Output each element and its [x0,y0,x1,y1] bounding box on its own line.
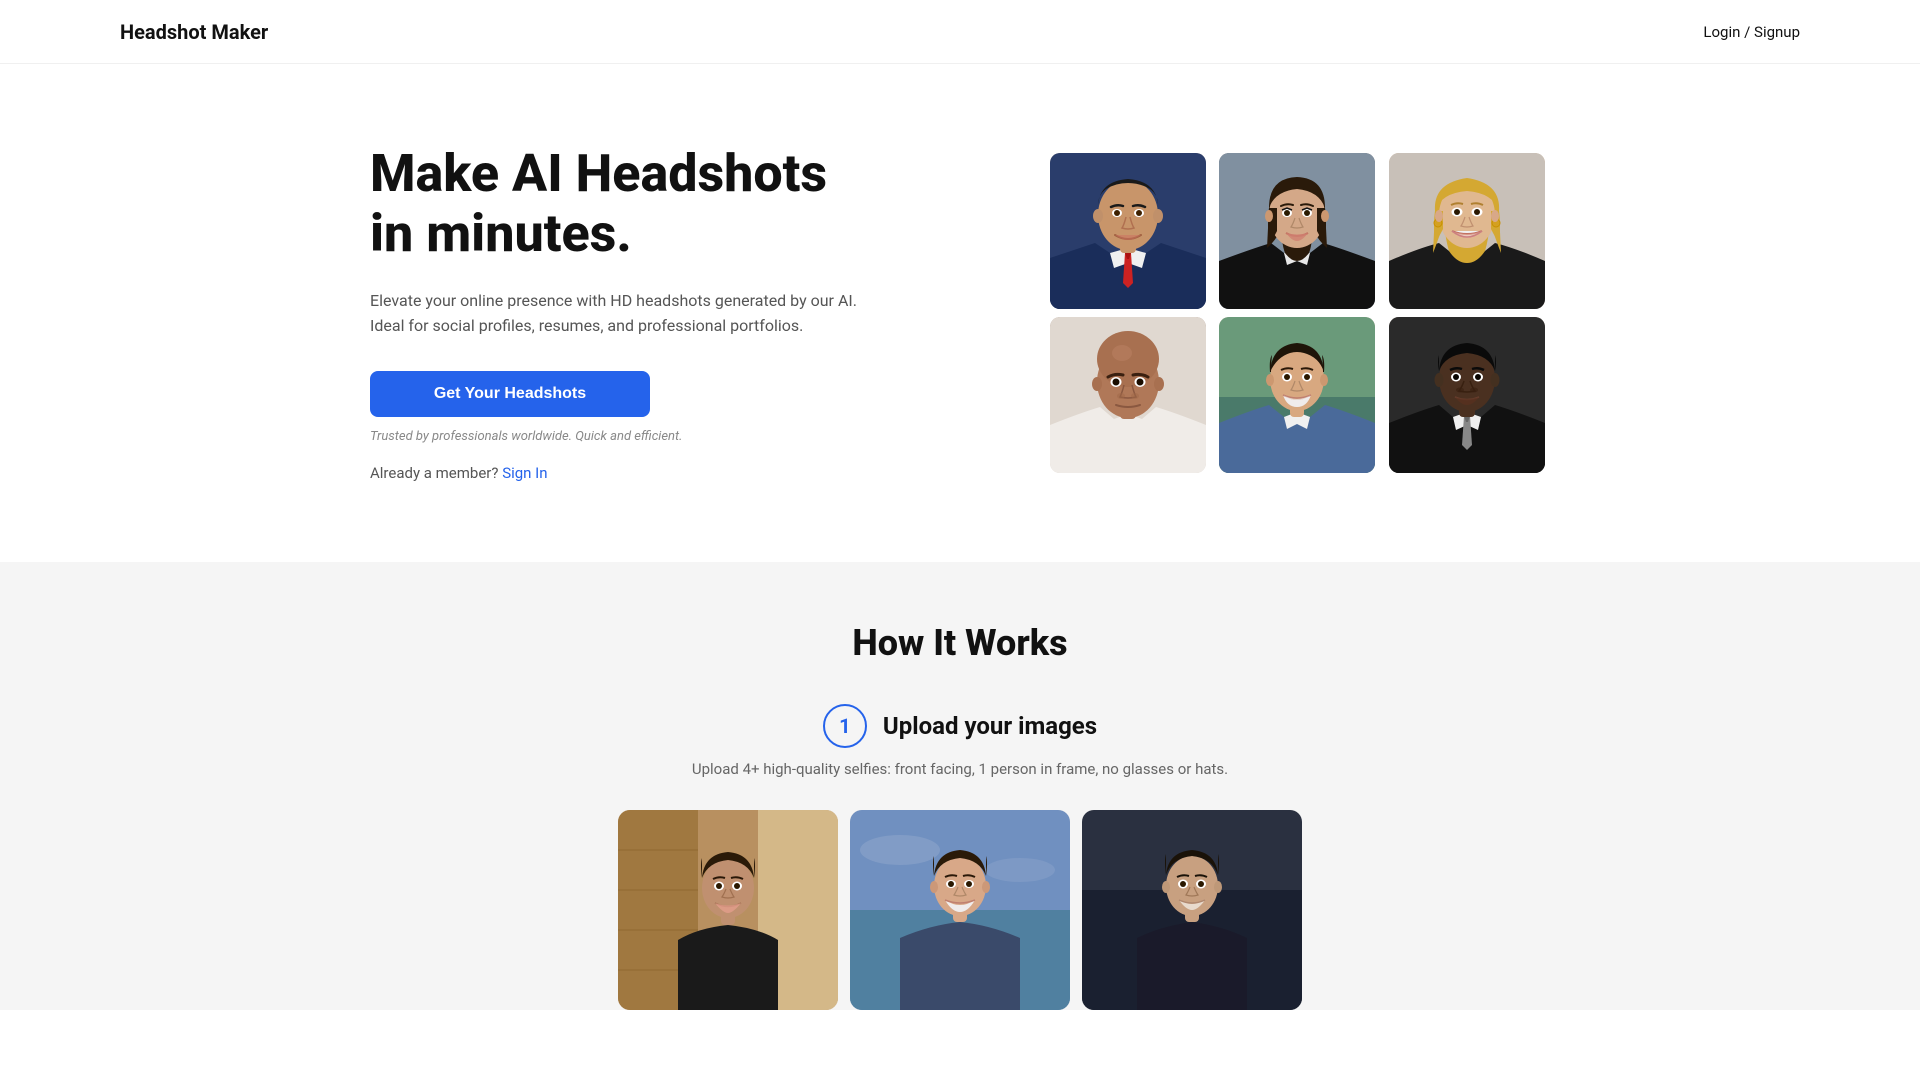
step-1-description: Upload 4+ high-quality selfies: front fa… [120,760,1800,778]
logo: Headshot Maker [120,20,268,44]
headshot-3 [1389,153,1545,309]
headshot-2 [1219,153,1375,309]
headshot-6 [1389,317,1545,473]
get-headshots-button[interactable]: Get Your Headshots [370,371,650,417]
site-header: Headshot Maker Login / Signup [0,0,1920,64]
upload-examples-grid [120,810,1800,1010]
headshot-gallery [1050,153,1550,473]
section-title: How It Works [120,622,1800,664]
hero-content: Make AI Headshots in minutes. Elevate yo… [370,144,890,482]
upload-example-1 [618,810,838,1010]
step-1-title: Upload your images [883,712,1097,740]
login-signup-link[interactable]: Login / Signup [1703,23,1800,41]
hero-section: Make AI Headshots in minutes. Elevate yo… [0,64,1920,562]
step-1-header: 1 Upload your images [120,704,1800,748]
upload-example-2 [850,810,1070,1010]
trusted-text: Trusted by professionals worldwide. Quic… [370,429,890,444]
step-1-number: 1 [823,704,867,748]
hero-description: Elevate your online presence with HD hea… [370,288,890,339]
hero-title: Make AI Headshots in minutes. [370,144,890,264]
member-prompt: Already a member? Sign In [370,464,890,482]
how-it-works-section: How It Works 1 Upload your images Upload… [0,562,1920,1010]
headshot-1 [1050,153,1206,309]
headshot-4 [1050,317,1206,473]
upload-example-3 [1082,810,1302,1010]
sign-in-link[interactable]: Sign In [502,464,547,482]
headshot-5 [1219,317,1375,473]
